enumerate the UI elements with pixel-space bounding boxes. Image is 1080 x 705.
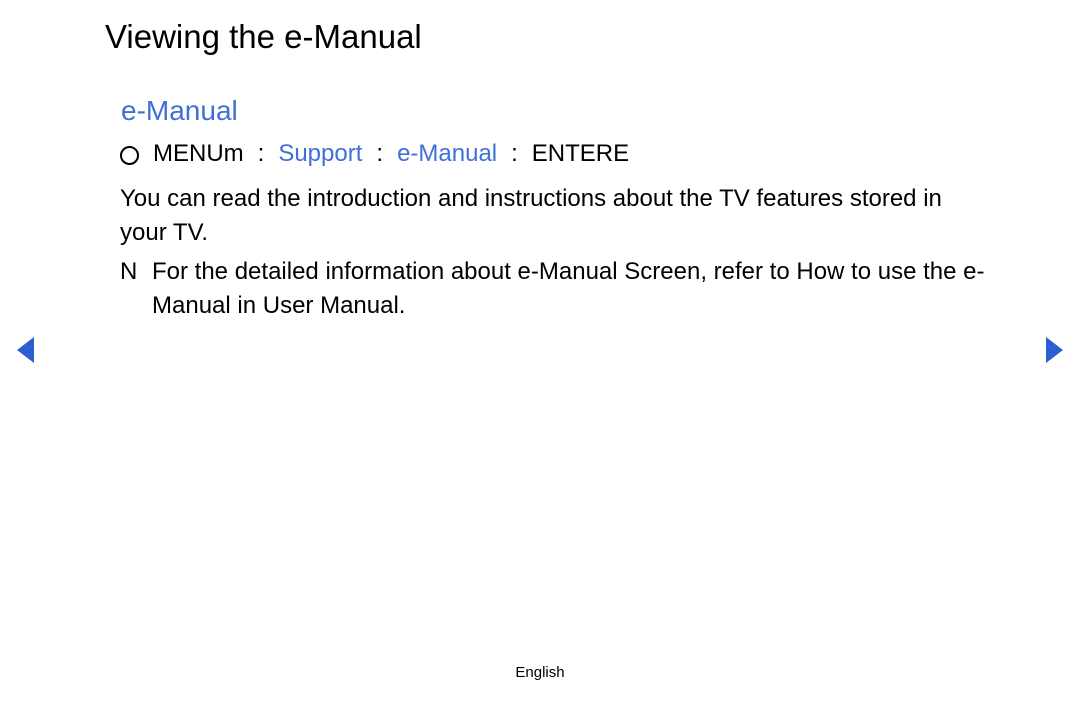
section-title: e-Manual [121, 95, 238, 127]
triangle-left-icon [14, 335, 36, 365]
prev-page-button[interactable] [14, 335, 36, 370]
nav-sep: : [376, 140, 383, 168]
nav-sep: : [258, 140, 265, 168]
note-text: For the detailed information about e-Man… [152, 255, 1020, 323]
nav-emanual-label: e-Manual [397, 140, 497, 168]
nav-menu-label: MENUm [153, 140, 244, 168]
footer-language: English [0, 664, 1080, 681]
nav-support-label: Support [278, 140, 362, 168]
nav-path: MENUm : Support : e-Manual : ENTERE [120, 140, 629, 168]
page-title: Viewing the e-Manual [105, 18, 422, 56]
triangle-right-icon [1044, 335, 1066, 365]
next-page-button[interactable] [1044, 335, 1066, 370]
nav-sep: : [511, 140, 518, 168]
note-icon: N [120, 255, 152, 323]
note-row: N For the detailed information about e-M… [120, 255, 1020, 323]
circle-icon [120, 146, 139, 165]
nav-enter-label: ENTERE [532, 140, 629, 168]
intro-paragraph: You can read the introduction and instru… [120, 182, 990, 250]
